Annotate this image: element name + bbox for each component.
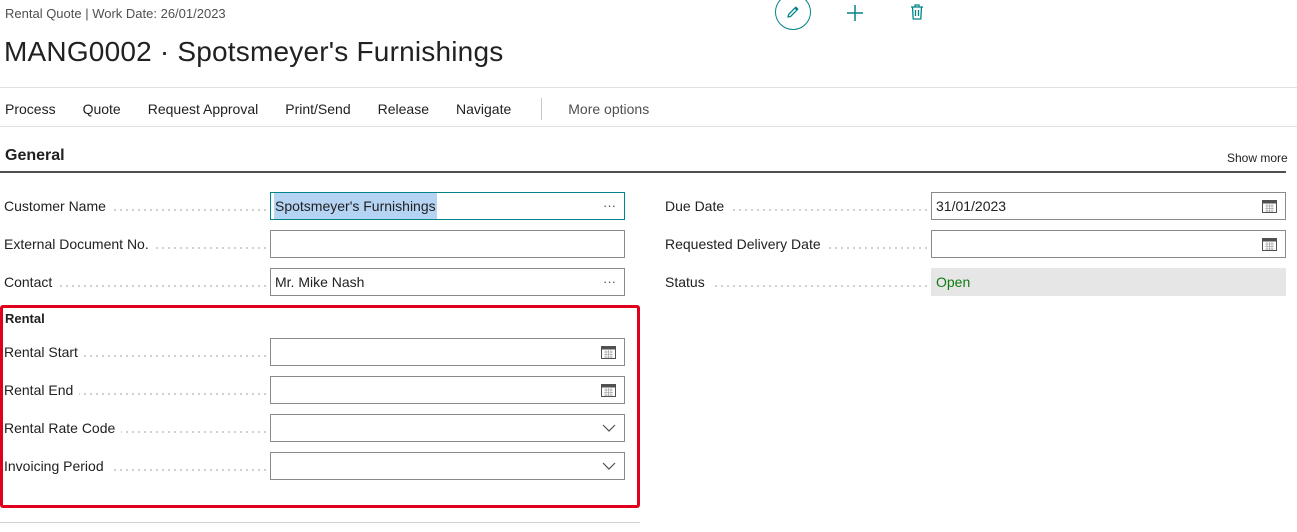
customer-name-field[interactable]: Spotsmeyer's Furnishings ··· (270, 192, 625, 220)
group-title-rental: Rental (5, 311, 45, 326)
edit-button[interactable] (775, 0, 811, 30)
status-field: Open (931, 268, 1286, 296)
page-title: MANG0002 · Spotsmeyer's Furnishings (4, 36, 504, 67)
field-label-invoicing-period: Invoicing Period (4, 452, 266, 480)
field-label-rental-rate-code: Rental Rate Code (4, 414, 266, 442)
menu-separator (541, 98, 543, 120)
field-label-status: Status (665, 268, 927, 296)
contact-field[interactable]: Mr. Mike Nash ··· (270, 268, 625, 296)
menu-navigate[interactable]: Navigate (451, 101, 516, 117)
menu-process[interactable]: Process (0, 101, 61, 117)
ellipsis-icon[interactable]: ··· (603, 269, 616, 295)
plus-icon (847, 5, 863, 21)
calendar-icon[interactable] (1262, 231, 1277, 257)
ellipsis-icon[interactable]: ··· (603, 193, 616, 219)
action-menu: Process Quote Request Approval Print/Sen… (0, 98, 671, 120)
menu-more-options[interactable]: More options (563, 101, 654, 117)
field-label-customer-name: Customer Name (4, 192, 266, 220)
section-title-general[interactable]: General (5, 147, 65, 165)
pencil-icon (787, 6, 799, 18)
invoicing-period-select[interactable] (270, 452, 625, 480)
external-document-no-field[interactable] (270, 230, 625, 258)
status-value: Open (936, 274, 971, 290)
new-button[interactable] (845, 3, 865, 23)
menu-print-send[interactable]: Print/Send (280, 101, 355, 117)
chevron-down-icon[interactable] (602, 415, 616, 441)
rental-start-field[interactable] (270, 338, 625, 366)
field-label-external-document-no: External Document No. (4, 230, 266, 258)
field-label-requested-delivery-date: Requested Delivery Date (665, 230, 927, 258)
calendar-icon[interactable] (601, 339, 616, 365)
trash-icon (911, 4, 923, 20)
chevron-down-icon[interactable] (602, 453, 616, 479)
field-label-due-date: Due Date (665, 192, 927, 220)
menu-request-approval[interactable]: Request Approval (143, 101, 264, 117)
show-more-link[interactable]: Show more (1227, 151, 1288, 165)
field-label-rental-start: Rental Start (4, 338, 266, 366)
menu-release[interactable]: Release (373, 101, 434, 117)
rental-rate-code-select[interactable] (270, 414, 625, 442)
due-date-value: 31/01/2023 (936, 198, 1007, 214)
divider (0, 522, 640, 523)
due-date-field[interactable]: 31/01/2023 (931, 192, 1286, 220)
customer-name-value: Spotsmeyer's Furnishings (274, 193, 437, 219)
menu-quote[interactable]: Quote (78, 101, 126, 117)
rental-end-field[interactable] (270, 376, 625, 404)
divider (0, 87, 1297, 88)
calendar-icon[interactable] (601, 377, 616, 403)
field-label-contact: Contact (4, 268, 266, 296)
requested-delivery-date-field[interactable] (931, 230, 1286, 258)
calendar-icon[interactable] (1262, 193, 1277, 219)
delete-button[interactable] (909, 3, 927, 23)
contact-value: Mr. Mike Nash (275, 274, 365, 290)
divider (0, 126, 1297, 127)
breadcrumb: Rental Quote | Work Date: 26/01/2023 (5, 6, 226, 21)
field-label-rental-end: Rental End (4, 376, 266, 404)
section-underline (0, 171, 1286, 173)
